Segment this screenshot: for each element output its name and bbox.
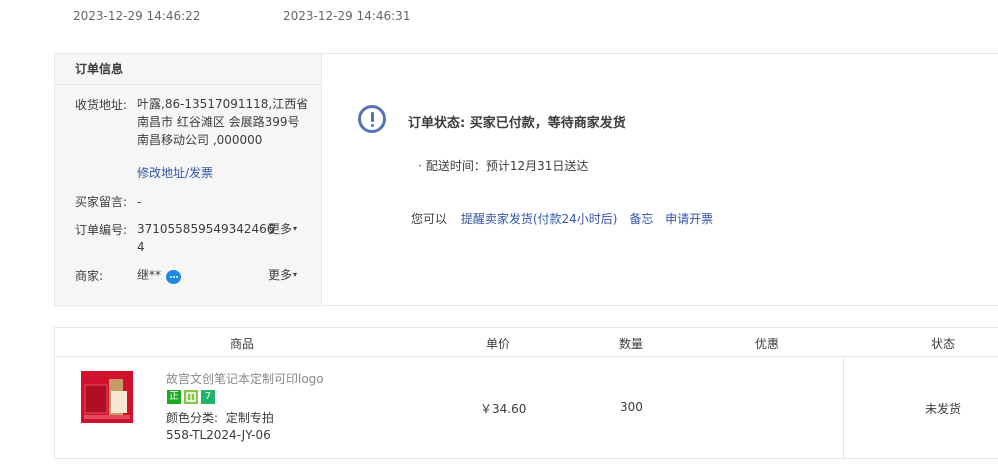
authentic-badge-icon: 正 [167, 390, 181, 404]
order-number-line: 371055859549342466 [137, 222, 275, 236]
header-product: 商品 [230, 337, 255, 351]
edit-address-link[interactable]: 修改地址/发票 [137, 164, 213, 182]
address-value: 叶露,86-13517091118,江西省 南昌市 红谷滩区 会展路399号 南… [137, 95, 308, 149]
seven-day-return-badge-icon: 7 [201, 390, 215, 404]
chat-icon[interactable] [166, 270, 181, 284]
actions-row: 您可以 提醒卖家发货(付款24小时后) 备忘 申请开票 [411, 210, 713, 227]
remind-seller-link[interactable]: 提醒卖家发货(付款24小时后) [461, 212, 618, 226]
status-cell: 未发货 [843, 356, 998, 458]
bullet-icon: · [418, 159, 422, 173]
product-sku: 558-TL2024-JY-06 [166, 428, 271, 442]
address-label: 收货地址: [75, 98, 128, 112]
timestamp-shipped: 2023-12-29 14:46:31 [283, 9, 411, 23]
item-status: 未发货 [925, 402, 962, 416]
header-status: 状态 [931, 337, 956, 351]
items-table-header: 商品 单价 数量 优惠 状态 [54, 327, 998, 357]
order-more-dropdown[interactable]: 更多▾ [268, 220, 297, 237]
order-info-title: 订单信息 [55, 54, 321, 85]
delivery-time: · 配送时间：预计12月31日送达 [418, 157, 588, 174]
chevron-down-icon: ▾ [293, 224, 298, 233]
header-discount: 优惠 [755, 337, 780, 351]
chevron-down-icon: ▾ [293, 270, 298, 279]
exclamation-icon [358, 105, 386, 133]
order-number-line: 4 [137, 240, 145, 254]
seller-label: 商家: [75, 269, 104, 283]
quantity: 300 [620, 400, 643, 414]
order-info-sidebar: 订单信息 收货地址: 叶露,86-13517091118,江西省 南昌市 红谷滩… [55, 54, 322, 305]
product-thumbnail[interactable] [81, 371, 133, 423]
timestamp-paid: 2023-12-29 14:46:22 [73, 9, 201, 23]
seller-value: 继** [137, 268, 162, 282]
more-label: 更多 [268, 222, 293, 236]
address-line: 叶露,86-13517091118,江西省 [137, 97, 309, 111]
table-row: 故宫文创笔记本定制可印logo 正 7 颜色分类: 定制专拍 558-TL202… [54, 356, 998, 459]
memo-link[interactable]: 备忘 [629, 212, 653, 226]
order-info-panel: 订单信息 收货地址: 叶露,86-13517091118,江西省 南昌市 红谷滩… [54, 53, 998, 306]
delivery-time-text: 配送时间：预计12月31日送达 [425, 159, 589, 173]
actions-label: 您可以 [411, 212, 448, 226]
product-spec: 颜色分类: 定制专拍 [166, 409, 274, 426]
address-line: 南昌市 红谷滩区 会展路399号 [137, 115, 300, 129]
spec-value: 定制专拍 [225, 411, 274, 425]
buyer-message-label: 买家留言: [75, 195, 128, 209]
guarantee-badge-icon [184, 390, 198, 404]
buyer-message-value: - [137, 195, 142, 209]
header-unit-price: 单价 [486, 337, 511, 351]
more-label: 更多 [268, 268, 293, 282]
spec-label: 颜色分类: [166, 411, 219, 425]
unit-price: ￥34.60 [480, 402, 527, 416]
address-line: 南昌移动公司 ,000000 [137, 133, 263, 147]
seller-more-dropdown[interactable]: 更多▾ [268, 266, 297, 283]
order-number-value: 371055859549342466 4 [137, 220, 274, 256]
header-quantity: 数量 [619, 337, 644, 351]
order-number-label: 订单编号: [75, 223, 128, 237]
product-title-link[interactable]: 故宫文创笔记本定制可印logo [166, 370, 324, 387]
order-status-text: 订单状态: 买家已付款，等待商家发货 [408, 116, 626, 131]
apply-invoice-link[interactable]: 申请开票 [665, 212, 713, 226]
